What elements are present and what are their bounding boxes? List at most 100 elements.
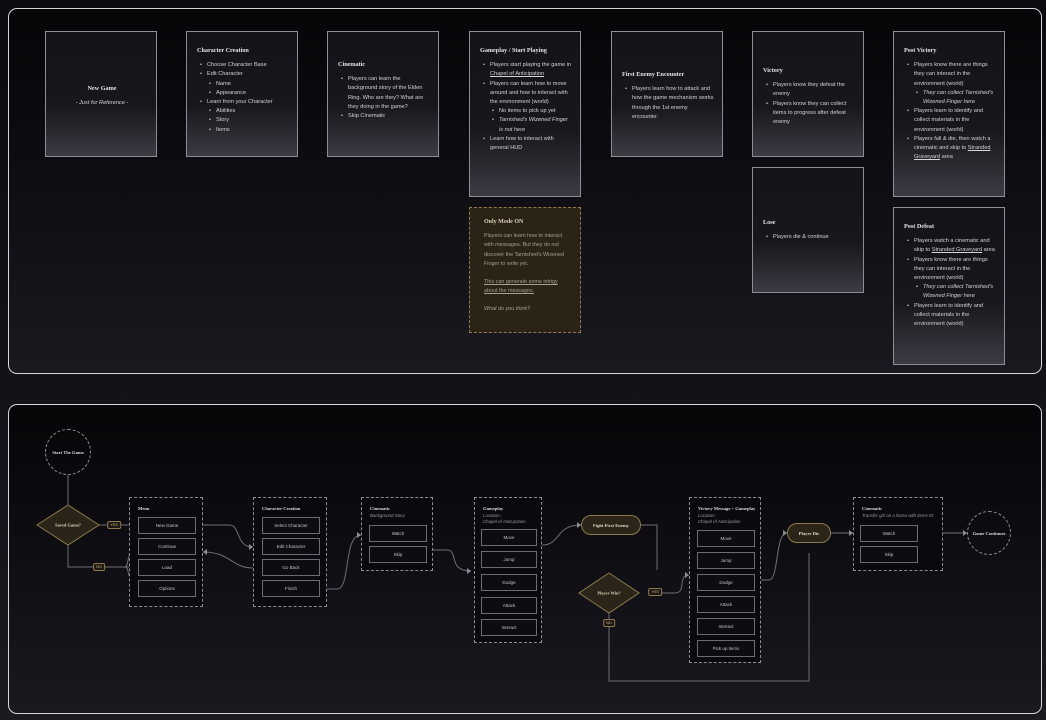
- start-node[interactable]: Start The Game: [45, 429, 91, 475]
- list-item: Choose Character Base: [200, 61, 289, 70]
- list-item: Abilities: [209, 107, 289, 116]
- continue-button[interactable]: Continue: [138, 538, 196, 555]
- player-die-node[interactable]: Player Die: [787, 523, 831, 543]
- group-title: Cinematic: [862, 506, 883, 511]
- list-item: Players know they defeat the enemy: [766, 81, 855, 99]
- interact-button[interactable]: Interact: [481, 619, 537, 636]
- sticky-note[interactable]: Only Mode ON Players can learn how to in…: [469, 207, 581, 333]
- card-cinematic[interactable]: Cinematic Players can learn the backgrou…: [327, 31, 439, 157]
- no-tag: NO: [603, 619, 615, 627]
- list-item: Players know they can collect items to p…: [766, 100, 855, 128]
- arrowhead: [203, 549, 207, 555]
- interact-button[interactable]: Interact: [697, 618, 755, 635]
- menu-group: Menu New Game Continue Load Options: [129, 497, 203, 607]
- group-subtitle: Transfer girl on a horse with items ID: [862, 513, 934, 518]
- list-item: Name: [209, 80, 289, 89]
- card-title: Post Defeat: [904, 223, 935, 230]
- card-title: Lose: [763, 219, 776, 226]
- group-title: Character Creation: [262, 506, 301, 511]
- card-post-victory[interactable]: Post Victory Players know there are thin…: [893, 31, 1005, 197]
- text: area: [982, 247, 995, 254]
- jump-button[interactable]: Jump: [697, 552, 755, 569]
- watch-button[interactable]: Watch: [860, 525, 918, 542]
- card-title: Cinematic: [338, 61, 366, 68]
- pick-up-items-button[interactable]: Pick up items: [697, 640, 755, 657]
- game-continues-node[interactable]: Game Continues: [967, 511, 1011, 555]
- list-item: Story: [209, 116, 289, 125]
- list-item: Learn how to interact with general HUD: [483, 135, 572, 153]
- location-link[interactable]: Stranded Graveyard: [932, 247, 982, 253]
- list-item: Items: [209, 126, 289, 135]
- watch-button[interactable]: Watch: [369, 525, 427, 542]
- card-title: New Game: [87, 85, 117, 92]
- list-item: Players know there are things they can i…: [907, 256, 996, 284]
- cinematic-group: Cinematic Background Story Watch Skip: [361, 497, 433, 571]
- victory-gameplay-group: Victory Message + Gameplay Location: Cha…: [689, 497, 761, 663]
- card-list: Players start playing the game in Chapel…: [480, 61, 572, 153]
- card-new-game[interactable]: New Game - Just for Reference -: [45, 31, 157, 157]
- card-list: Players know there are things they can i…: [904, 61, 996, 162]
- card-title: Character Creation: [197, 47, 249, 54]
- dodge-button[interactable]: Dodge: [481, 574, 537, 591]
- list-item: Players learn to identify and collect ma…: [907, 302, 996, 330]
- move-button[interactable]: Move: [697, 530, 755, 547]
- edit-character-button[interactable]: Edit Character: [262, 538, 320, 555]
- story-board-panel: New Game - Just for Reference - Characte…: [8, 8, 1042, 374]
- connector: [641, 524, 658, 570]
- jump-button[interactable]: Jump: [481, 551, 537, 568]
- arrowhead: [467, 568, 471, 574]
- list-item: They can collect Tarnished's Wizened Fin…: [916, 89, 996, 107]
- dodge-button[interactable]: Dodge: [697, 574, 755, 591]
- group-title: Menu: [138, 506, 150, 511]
- text: Players start playing the game in: [490, 62, 572, 69]
- attack-button[interactable]: Attack: [697, 596, 755, 613]
- list-item: Players start playing the game in Chapel…: [483, 61, 572, 79]
- list-item: Players fall & die, then watch a cinemat…: [907, 135, 996, 163]
- load-button[interactable]: Load: [138, 559, 196, 576]
- gameplay-group: Gameplay Location: Chapel of Anticipatio…: [474, 497, 542, 643]
- select-character-button[interactable]: Select Character: [262, 517, 320, 534]
- flowchart-panel: Start The Game Saved Game? YES NO Menu N…: [8, 404, 1042, 714]
- move-button[interactable]: Move: [481, 529, 537, 546]
- text: area: [940, 154, 953, 161]
- skip-button[interactable]: Skip: [860, 546, 918, 563]
- list-item: Players learn to identify and collect ma…: [907, 107, 996, 135]
- attack-button[interactable]: Attack: [481, 597, 537, 614]
- card-character-creation[interactable]: Character Creation Choose Character Base…: [186, 31, 298, 157]
- player-win-label[interactable]: Player Win?: [597, 591, 620, 596]
- card-list: Choose Character Base Edit Character Nam…: [197, 61, 289, 135]
- finish-button[interactable]: Finish: [262, 580, 320, 597]
- note-title: Only Mode ON: [484, 219, 524, 225]
- list-item: Learn from your Character: [200, 98, 289, 107]
- group-title: Victory Message + Gameplay: [698, 506, 756, 511]
- group-subtitle: Background Story: [370, 513, 405, 518]
- no-tag: NO: [93, 563, 105, 571]
- card-first-enemy[interactable]: First Enemy Encounter Players learn how …: [611, 31, 723, 157]
- card-post-defeat[interactable]: Post Defeat Players watch a cinematic an…: [893, 207, 1005, 365]
- card-note: - Just for Reference -: [75, 100, 129, 107]
- card-gameplay[interactable]: Gameplay / Start Playing Players start p…: [469, 31, 581, 197]
- connector: [431, 549, 472, 572]
- card-list: Players learn how to attack and how the …: [622, 85, 714, 122]
- go-back-button[interactable]: Go Back: [262, 559, 320, 576]
- group-title: Cinematic: [370, 506, 391, 511]
- card-lose[interactable]: Lose Players die & continue: [752, 167, 864, 293]
- new-game-button[interactable]: New Game: [138, 517, 196, 534]
- note-text: What do you think?: [484, 306, 531, 313]
- skip-button[interactable]: Skip: [369, 546, 427, 563]
- saved-game-label[interactable]: Saved Game?: [55, 523, 81, 528]
- location-label: Location:: [698, 513, 716, 518]
- connector: [541, 524, 582, 546]
- yes-tag: YES: [107, 521, 121, 529]
- card-title: Gameplay / Start Playing: [480, 47, 547, 54]
- character-creation-group: Character Creation Select Character Edit…: [253, 497, 327, 607]
- fight-first-enemy-node[interactable]: Fight First Enemy: [581, 515, 641, 535]
- card-list: Players can learn the background story o…: [338, 75, 430, 121]
- card-victory[interactable]: Victory Players know they defeat the ene…: [752, 31, 864, 157]
- list-item: Players die & continue: [766, 233, 855, 242]
- list-item: They can collect Tarnished's Wizened Fin…: [916, 283, 996, 301]
- options-button[interactable]: Options: [138, 580, 196, 597]
- list-item: Players can learn the background story o…: [341, 75, 430, 112]
- location-link[interactable]: Chapel of Anticipation: [490, 71, 544, 77]
- card-title: Post Victory: [904, 47, 937, 54]
